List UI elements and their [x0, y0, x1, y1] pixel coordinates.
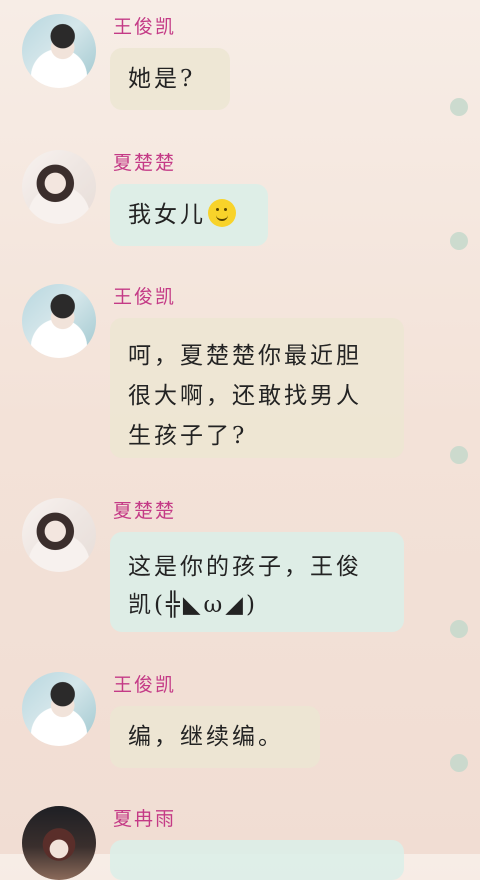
- message-bubble[interactable]: [110, 840, 404, 880]
- chat-thread: 王俊凯 她是? 夏楚楚 我女儿 王俊凯 呵，夏楚楚你最近胆很大啊，还敢找男人生孩…: [0, 0, 480, 880]
- status-dot: [450, 446, 468, 464]
- message-text: 她是?: [128, 66, 196, 92]
- message-text: 这是你的孩子，王俊凯(╬◣ω◢): [128, 554, 362, 618]
- message-bubble[interactable]: 我女儿: [110, 184, 268, 246]
- avatar[interactable]: [22, 806, 96, 880]
- status-dot: [450, 98, 468, 116]
- message-bubble[interactable]: 呵，夏楚楚你最近胆很大啊，还敢找男人生孩子了?: [110, 318, 404, 458]
- smiley-emoji-icon: [208, 199, 236, 227]
- sender-name: 夏楚楚: [113, 152, 177, 174]
- status-dot: [450, 232, 468, 250]
- sender-name: 王俊凯: [113, 674, 177, 696]
- message-text: 我女儿: [128, 202, 206, 228]
- avatar[interactable]: [22, 284, 96, 358]
- sender-name: 王俊凯: [113, 286, 177, 308]
- message-bubble[interactable]: 她是?: [110, 48, 230, 110]
- message-text: 编，继续编。: [128, 724, 284, 750]
- status-dot: [450, 620, 468, 638]
- message-text: 呵，夏楚楚你最近胆很大啊，还敢找男人生孩子了?: [128, 343, 362, 449]
- avatar[interactable]: [22, 150, 96, 224]
- message-bubble[interactable]: 编，继续编。: [110, 706, 320, 768]
- avatar[interactable]: [22, 672, 96, 746]
- sender-name: 王俊凯: [113, 16, 177, 38]
- avatar[interactable]: [22, 14, 96, 88]
- sender-name: 夏楚楚: [113, 500, 177, 522]
- sender-name: 夏冉雨: [113, 808, 177, 830]
- avatar[interactable]: [22, 498, 96, 572]
- status-dot: [450, 754, 468, 772]
- message-bubble[interactable]: 这是你的孩子，王俊凯(╬◣ω◢): [110, 532, 404, 632]
